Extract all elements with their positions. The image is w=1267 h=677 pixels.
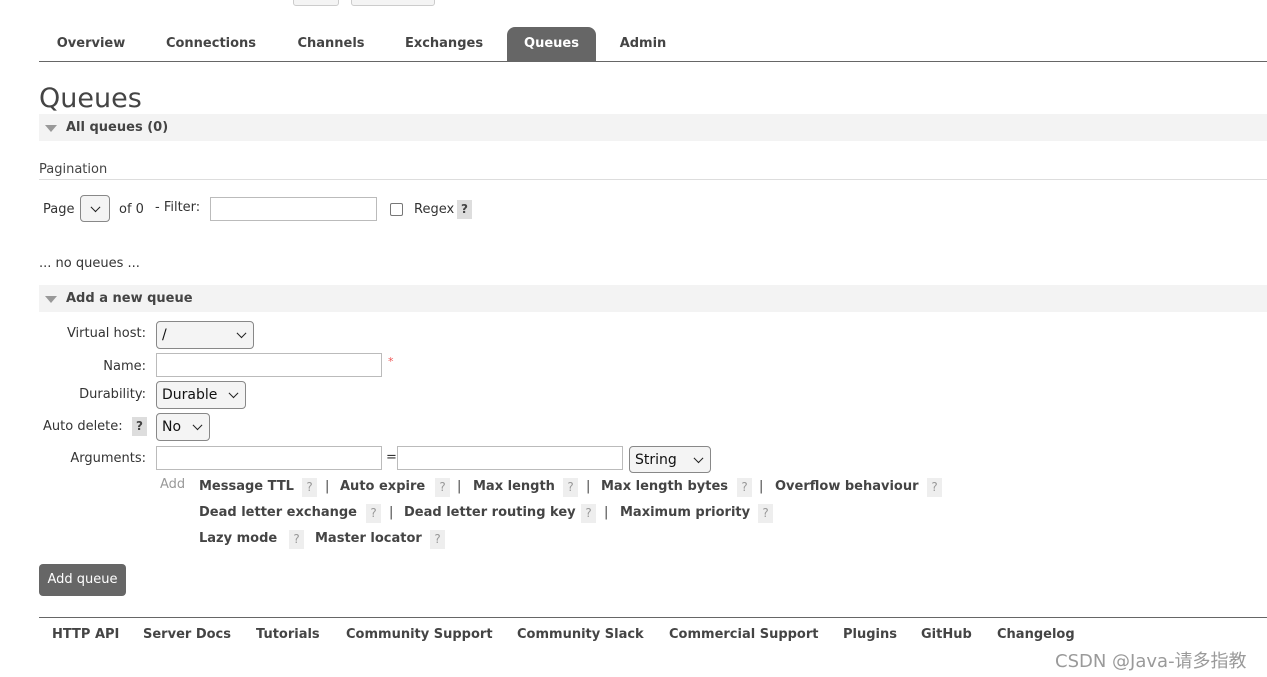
argument-value-input[interactable] [397,446,623,470]
help-icon[interactable]: ? [366,504,381,523]
footer-link-server-docs[interactable]: Server Docs [143,627,231,642]
separator: | [457,479,462,494]
watermark: CSDN @Java-请多指教 [1055,651,1247,672]
arguments-label: Arguments: [70,451,146,466]
regex-help-icon[interactable]: ? [457,200,472,219]
arg-link-dead-letter-exchange[interactable]: Dead letter exchange [199,505,357,520]
separator: | [586,479,591,494]
chevron-down-icon [90,201,101,212]
footer-link-plugins[interactable]: Plugins [843,627,897,642]
help-icon[interactable]: ? [430,530,445,549]
chevron-down-icon [236,328,247,339]
all-queues-toggle[interactable]: All queues (0) [39,114,1267,141]
durability-select[interactable]: Durable [156,381,246,409]
tab-exchanges[interactable]: Exchanges [394,27,494,61]
top-control-stub[interactable] [351,0,435,6]
page-select[interactable] [80,195,110,222]
footer-link-community-support[interactable]: Community Support [346,627,493,642]
separator: | [389,505,394,520]
footer-link-community-slack[interactable]: Community Slack [517,627,644,642]
divider [39,179,1267,180]
tab-queues[interactable]: Queues [507,27,596,61]
filter-input[interactable] [210,197,377,221]
main-nav: Overview Connections Channels Exchanges … [39,27,1267,62]
page-count: of 0 [119,202,144,217]
footer-link-github[interactable]: GitHub [921,627,972,642]
regex-checkbox[interactable] [390,203,403,216]
arg-link-auto-expire[interactable]: Auto expire [340,479,425,494]
footer-link-commercial-support[interactable]: Commercial Support [669,627,819,642]
help-icon[interactable]: ? [581,504,596,523]
auto-delete-help-icon[interactable]: ? [132,417,147,436]
help-icon[interactable]: ? [289,530,304,549]
arg-link-master-locator[interactable]: Master locator [315,531,422,546]
auto-delete-label: Auto delete: [43,419,123,434]
footer-divider [39,617,1267,618]
add-queue-button[interactable]: Add queue [39,564,126,596]
chevron-down-icon [228,388,239,399]
regex-label: Regex [414,202,455,217]
tab-channels[interactable]: Channels [284,27,378,61]
help-icon[interactable]: ? [435,478,450,497]
separator: | [604,505,609,520]
footer-link-tutorials[interactable]: Tutorials [256,627,320,642]
collapse-triangle-icon [45,296,57,303]
footer-link-changelog[interactable]: Changelog [997,627,1075,642]
argument-type-select[interactable]: String [629,446,711,473]
collapse-triangle-icon [45,125,57,132]
tab-admin[interactable]: Admin [609,27,677,61]
arg-link-lazy-mode[interactable]: Lazy mode [199,531,277,546]
add-queue-heading: Add a new queue [66,291,193,306]
top-control-stub[interactable] [293,0,339,6]
virtual-host-label: Virtual host: [66,326,146,341]
durability-value: Durable [162,387,218,403]
tab-connections[interactable]: Connections [154,27,268,61]
page-label: Page [43,202,75,217]
auto-delete-select[interactable]: No [156,413,210,441]
help-icon[interactable]: ? [737,478,752,497]
chevron-down-icon [693,452,704,463]
pagination-heading: Pagination [39,162,108,177]
help-icon[interactable]: ? [302,478,317,497]
help-icon[interactable]: ? [927,478,942,497]
virtual-host-select[interactable]: / [156,321,254,349]
add-argument-label: Add [160,477,186,492]
argument-key-input[interactable] [156,446,382,470]
separator: | [325,479,330,494]
separator: | [759,479,764,494]
footer-link-http-api[interactable]: HTTP API [52,627,119,642]
required-marker: * [388,355,394,368]
filter-label: - Filter: [155,200,201,215]
arg-link-overflow-behaviour[interactable]: Overflow behaviour [775,479,919,494]
all-queues-heading: All queues (0) [66,120,169,135]
page-title: Queues [39,83,142,114]
virtual-host-value: / [162,327,167,343]
chevron-down-icon [192,420,203,431]
name-input[interactable] [156,353,382,377]
help-icon[interactable]: ? [563,478,578,497]
arg-link-maximum-priority[interactable]: Maximum priority [620,505,750,520]
help-icon[interactable]: ? [758,504,773,523]
no-queues-message: ... no queues ... [39,256,140,271]
name-label: Name: [103,359,146,374]
durability-label: Durability: [79,387,146,402]
arg-link-message-ttl[interactable]: Message TTL [199,479,294,494]
arg-link-max-length[interactable]: Max length [473,479,555,494]
tab-overview[interactable]: Overview [43,27,139,61]
argument-type-value: String [635,451,677,468]
arg-link-max-length-bytes[interactable]: Max length bytes [601,479,728,494]
add-queue-toggle[interactable]: Add a new queue [39,285,1267,312]
auto-delete-value: No [162,419,182,435]
equals-sign: = [386,450,397,465]
arg-link-dead-letter-routing-key[interactable]: Dead letter routing key [404,505,576,520]
